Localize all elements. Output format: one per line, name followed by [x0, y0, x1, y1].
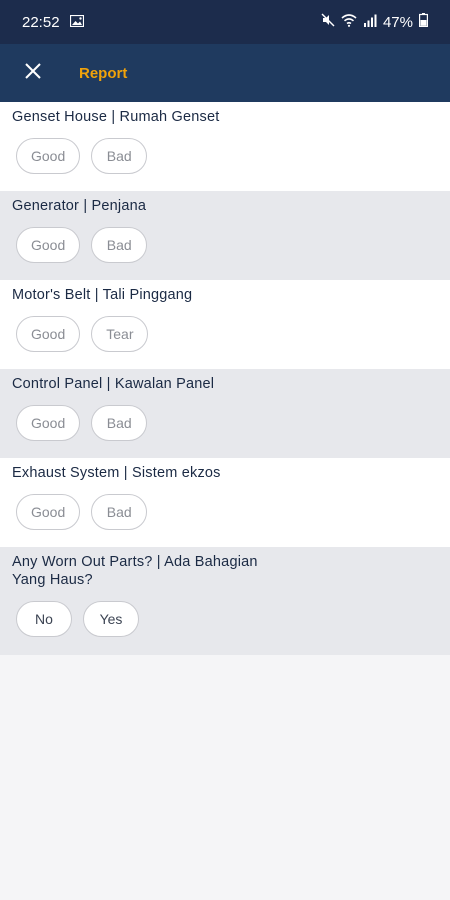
mute-icon	[321, 13, 335, 31]
question-label: Exhaust System | Sistem ekzos	[12, 465, 221, 481]
question-motors-belt: Motor's Belt | Tali Pinggang Good Tear	[0, 280, 450, 369]
option-bad-button[interactable]: Bad	[91, 138, 148, 174]
question-control-panel: Control Panel | Kawalan Panel Good Bad	[0, 369, 450, 458]
option-group: Good Bad	[12, 138, 438, 174]
app-bar: Report	[0, 44, 450, 102]
question-exhaust-system: Exhaust System | Sistem ekzos Good Bad	[0, 458, 450, 547]
gallery-notification-icon	[69, 14, 84, 31]
option-group: Good Tear	[12, 316, 438, 352]
question-genset-house: Genset House | Rumah Genset Good Bad	[0, 102, 450, 191]
status-bar: 22:52 47%	[0, 0, 450, 44]
option-yes-button[interactable]: Yes	[83, 601, 139, 637]
option-good-button[interactable]: Good	[16, 227, 81, 263]
wifi-icon	[341, 13, 357, 31]
option-bad-button[interactable]: Bad	[91, 405, 148, 441]
report-list: Genset House | Rumah Genset Good Bad Gen…	[0, 102, 450, 655]
battery-icon	[419, 13, 429, 31]
question-label: Motor's Belt | Tali Pinggang	[12, 287, 193, 303]
status-left: 22:52	[22, 14, 84, 31]
status-right: 47%	[321, 13, 429, 31]
option-group: Good Bad	[12, 227, 438, 263]
option-good-button[interactable]: Good	[16, 405, 81, 441]
question-worn-out-parts: Any Worn Out Parts? | Ada Bahagian Yang …	[0, 547, 450, 655]
option-good-button[interactable]: Good	[16, 316, 81, 352]
close-icon	[24, 62, 42, 85]
option-bad-button[interactable]: Bad	[91, 494, 148, 530]
option-group: No Yes	[12, 601, 438, 637]
option-tear-button[interactable]: Tear	[91, 316, 149, 352]
question-label: Control Panel | Kawalan Panel	[12, 376, 215, 392]
option-good-button[interactable]: Good	[16, 138, 81, 174]
option-no-button[interactable]: No	[16, 601, 72, 637]
signal-icon	[363, 14, 377, 31]
option-bad-button[interactable]: Bad	[91, 227, 148, 263]
battery-percent: 47%	[382, 13, 413, 31]
close-button[interactable]	[20, 60, 46, 86]
option-group: Good Bad	[12, 405, 438, 441]
page-title: Report	[79, 64, 128, 82]
question-label: Genset House | Rumah Genset	[12, 109, 220, 125]
status-time: 22:52	[22, 13, 60, 31]
option-good-button[interactable]: Good	[16, 494, 81, 530]
question-generator: Generator | Penjana Good Bad	[0, 191, 450, 280]
option-group: Good Bad	[12, 494, 438, 530]
question-label: Any Worn Out Parts? | Ada Bahagian Yang …	[12, 554, 258, 588]
question-label: Generator | Penjana	[12, 198, 147, 214]
